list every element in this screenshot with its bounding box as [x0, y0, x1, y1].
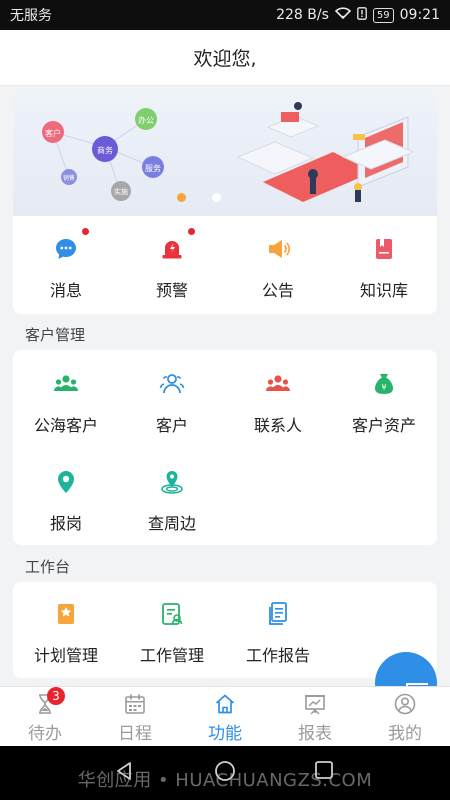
menu-item-customers[interactable]: 客户	[119, 370, 225, 436]
todo-count-badge: 3	[47, 687, 65, 705]
nearby-icon	[158, 468, 186, 496]
menu-item-customer-assets[interactable]: ¥ 客户资产	[331, 370, 437, 436]
tab-label: 日程	[118, 724, 152, 744]
contacts-icon	[264, 370, 292, 398]
tab-schedule[interactable]: 日程	[90, 687, 180, 746]
unread-dot	[188, 228, 195, 235]
quick-action-label: 知识库	[359, 281, 408, 300]
tab-label: 报表	[298, 724, 332, 744]
carousel-dot[interactable]	[177, 193, 186, 202]
menu-item-label: 工作管理	[139, 646, 204, 665]
menu-item-report-post[interactable]: 报岗	[13, 468, 119, 534]
banner-bubble-business: 商务	[97, 145, 113, 155]
carousel-dot[interactable]	[212, 193, 221, 202]
menu-item-label: 报岗	[49, 514, 82, 533]
banner-bubble-customer: 客户	[45, 128, 61, 138]
tab-label: 功能	[208, 724, 242, 744]
users-outline-icon	[158, 370, 186, 398]
report-icon	[264, 600, 292, 628]
quick-action-messages[interactable]: 消息	[13, 228, 119, 301]
wifi-icon	[334, 7, 352, 23]
quick-actions: 消息 预警 公告 知识库	[13, 228, 437, 301]
bottom-tab-bar: 3 待办 日程 功能 报表 我的	[0, 686, 450, 746]
menu-item-nearby[interactable]: 查周边	[119, 468, 225, 534]
message-icon	[52, 228, 89, 263]
quick-action-label: 消息	[49, 281, 82, 300]
home-icon	[214, 693, 236, 719]
section-title-workbench: 工作台	[25, 558, 71, 576]
menu-item-plan-management[interactable]: 计划管理	[13, 600, 119, 666]
banner-bubble-office: 办公	[138, 115, 154, 125]
menu-item-work-management[interactable]: 工作管理	[119, 600, 225, 666]
customer-card: 公海客户 客户 联系人 ¥ 客户资产 报岗 查周边	[13, 350, 437, 545]
quick-action-alerts[interactable]: 预警	[119, 228, 225, 301]
menu-item-work-report[interactable]: 工作报告	[225, 600, 331, 666]
menu-item-label: 客户	[155, 416, 188, 435]
book-icon	[370, 235, 398, 263]
clock: 09:21	[399, 7, 440, 23]
tab-profile[interactable]: 我的	[360, 687, 450, 746]
net-speed: 228 B/s	[276, 7, 329, 23]
quick-action-announcements[interactable]: 公告	[225, 235, 331, 301]
section-title-customer: 客户管理	[25, 326, 86, 344]
work-manage-icon	[158, 600, 186, 628]
quick-action-label: 公告	[261, 281, 294, 300]
calendar-icon	[124, 693, 146, 719]
location-pin-icon	[52, 468, 80, 496]
carrier-text: 无服务	[10, 8, 52, 24]
banner-bubble-service: 服务	[145, 163, 161, 173]
watermark: 华创应用 • HUACHUANGZS.COM	[77, 770, 373, 791]
menu-item-contacts[interactable]: 联系人	[225, 370, 331, 436]
menu-item-public-customers[interactable]: 公海客户	[13, 370, 119, 436]
alarm-icon	[158, 228, 195, 263]
tab-todo[interactable]: 3 待办	[0, 687, 90, 746]
menu-item-label: 计划管理	[33, 646, 98, 665]
page-title: 欢迎您,	[0, 30, 450, 86]
unread-dot	[82, 228, 89, 235]
menu-item-label: 联系人	[253, 416, 302, 435]
tab-reports[interactable]: 报表	[270, 687, 360, 746]
battery-icon: 59	[372, 7, 394, 23]
tab-functions[interactable]: 功能	[180, 687, 270, 746]
money-bag-icon: ¥	[370, 370, 398, 398]
quick-action-label: 预警	[155, 281, 188, 300]
tab-label: 待办	[28, 724, 62, 744]
banner-bubble-implement: 实施	[114, 187, 128, 196]
group-icon	[52, 370, 80, 398]
status-bar: 无服务 228 B/s 59 09:21	[0, 0, 450, 30]
menu-item-label: 工作报告	[245, 646, 310, 665]
carousel-indicator[interactable]	[177, 193, 221, 202]
menu-item-label: 公海客户	[33, 416, 98, 435]
sim-alert-icon	[357, 6, 367, 24]
quick-action-knowledge-base[interactable]: 知识库	[331, 235, 437, 301]
megaphone-icon	[264, 235, 292, 263]
user-icon	[394, 693, 416, 719]
banner-illustration: 客户 商务 办公 服务 销售 实施	[42, 102, 415, 202]
svg-text:¥: ¥	[381, 383, 386, 392]
banner-bubble-sales: 销售	[63, 174, 75, 182]
banner-carousel[interactable]: 客户 商务 办公 服务 销售 实施	[13, 92, 437, 216]
plan-icon	[52, 600, 80, 628]
workbench-card: 计划管理 工作管理 工作报告	[13, 582, 437, 678]
banner-card: 客户 商务 办公 服务 销售 实施 消息 预警 公告 知识库	[13, 92, 437, 314]
chart-board-icon	[304, 693, 326, 719]
menu-item-label: 客户资产	[351, 416, 416, 435]
tab-label: 我的	[388, 724, 422, 744]
menu-item-label: 查周边	[147, 514, 196, 533]
